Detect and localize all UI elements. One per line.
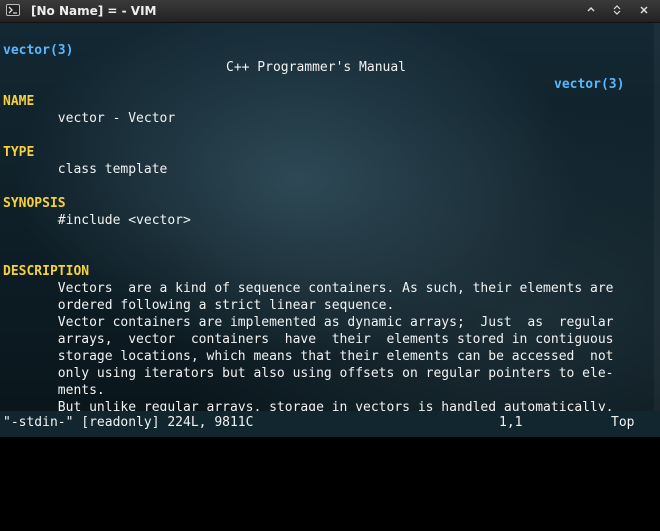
man-header-center: C++ Programmer's Manual: [226, 60, 407, 75]
section-heading-description: DESCRIPTION: [3, 264, 90, 279]
restore-icon: [587, 7, 595, 12]
vim-window: [No Name] = - VIM vector(3) C++ Programm…: [0, 0, 660, 437]
section-heading-name: NAME: [3, 94, 35, 109]
description-line: arrays, vector containers have their ele…: [3, 332, 614, 347]
cursor-position: 1,1: [499, 415, 523, 430]
synopsis-line: #include <vector>: [3, 213, 191, 228]
man-header-right: vector(3): [554, 77, 625, 92]
maximize-icon: [613, 5, 621, 15]
maximize-button[interactable]: [609, 3, 625, 19]
status-file-info: "-stdin-" [readonly] 224L, 9811C: [3, 415, 254, 430]
section-heading-synopsis: SYNOPSIS: [3, 196, 66, 211]
restore-button[interactable]: [583, 3, 599, 19]
description-line: ordered following a strict linear sequen…: [3, 298, 395, 313]
status-line: "-stdin-" [readonly] 224L, 9811C 1,1 Top: [0, 411, 660, 437]
scroll-position: Top: [611, 415, 635, 430]
type-line: class template: [3, 162, 168, 177]
man-header: vector(3) C++ Programmer's Manual vector…: [3, 25, 653, 92]
close-button[interactable]: [636, 3, 652, 19]
title-bar[interactable]: [No Name] = - VIM: [0, 0, 660, 23]
description-line: only using iterators but also using offs…: [3, 366, 614, 381]
man-header-left: vector(3): [3, 43, 74, 58]
description-line: Vectors are a kind of sequence container…: [3, 281, 614, 296]
description-line: ments.: [3, 383, 105, 398]
section-heading-type: TYPE: [3, 145, 35, 160]
scrollbar[interactable]: [654, 23, 660, 411]
close-icon: [640, 6, 648, 14]
description-line: storage locations, which means that thei…: [3, 349, 614, 364]
terminal-icon: [6, 4, 20, 16]
name-line: vector - Vector: [3, 111, 176, 126]
window-title: [No Name] = - VIM: [31, 4, 157, 18]
vim-buffer[interactable]: vector(3) C++ Programmer's Manual vector…: [0, 23, 660, 415]
description-line: Vector containers are implemented as dyn…: [3, 315, 614, 330]
